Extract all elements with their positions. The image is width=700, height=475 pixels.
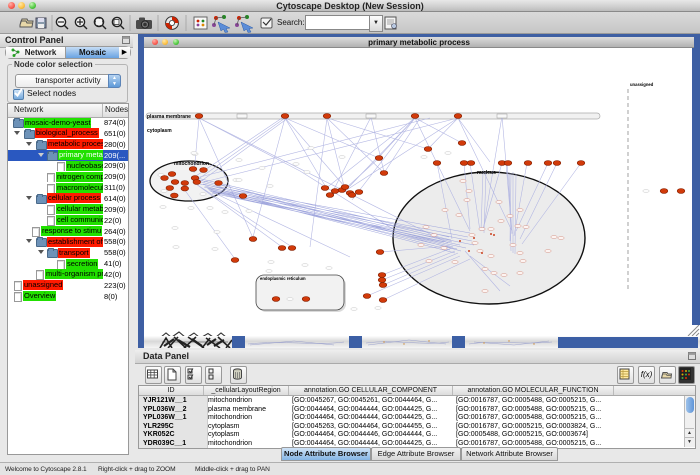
svg-text:nucleus: nucleus [477, 170, 496, 176]
svg-text:mitochondrion: mitochondrion [174, 161, 209, 167]
svg-text:plasma membrane: plasma membrane [147, 114, 191, 120]
svg-text:unassigned: unassigned [630, 82, 654, 87]
svg-text:endoplasmic reticulum: endoplasmic reticulum [260, 276, 306, 281]
svg-text:cytoplasm: cytoplasm [147, 128, 172, 134]
